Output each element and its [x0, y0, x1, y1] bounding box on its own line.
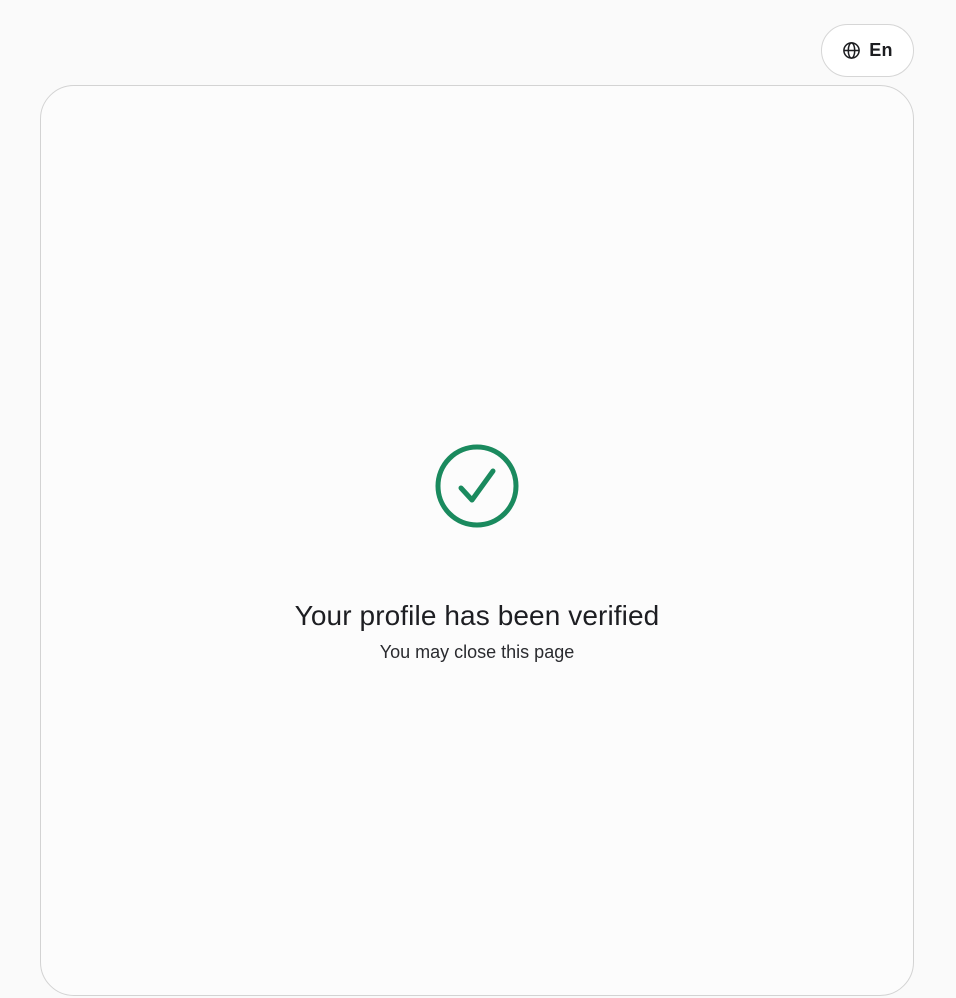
status-subtitle: You may close this page [379, 642, 575, 662]
verification-status: Your profile has been verified You may c… [41, 444, 913, 663]
language-selector-button[interactable]: En [821, 24, 914, 77]
check-circle-icon [435, 444, 519, 528]
globe-icon [842, 41, 861, 60]
language-label: En [869, 40, 893, 60]
verification-card: Your profile has been verified You may c… [40, 85, 914, 996]
status-title: Your profile has been verified [294, 600, 660, 631]
